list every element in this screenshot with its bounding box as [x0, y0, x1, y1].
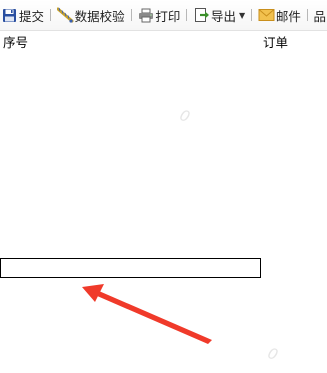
column-header-order: 订单 — [263, 35, 289, 50]
annotation-arrow — [82, 284, 212, 344]
ruler-check-icon — [56, 7, 74, 24]
data-validate-button[interactable]: 数据校验 — [56, 4, 126, 26]
toolbar-separator — [251, 9, 252, 21]
more-label: 品 — [313, 8, 327, 24]
submit-label: 提交 — [19, 8, 45, 24]
submit-button[interactable]: 提交 — [0, 4, 45, 26]
more-button[interactable]: 品 — [313, 4, 327, 26]
toolbar-separator — [186, 9, 188, 21]
data-validate-label: 数据校验 — [74, 8, 125, 24]
print-button[interactable]: 打印 — [136, 4, 181, 26]
toolbar-separator — [130, 9, 132, 21]
mail-icon — [258, 7, 275, 24]
arrow-head — [82, 284, 104, 302]
export-label: 导出 — [211, 8, 237, 24]
chevron-down-icon[interactable]: ▼ — [239, 11, 245, 20]
mail-label: 邮件 — [275, 8, 301, 24]
toolbar-separator — [306, 9, 308, 21]
watermark: 0 — [177, 105, 193, 127]
toolbar-separator — [50, 9, 51, 21]
report-page: 提交 数据校验 打印 导出 ▼ 邮件 品 序号 订单 0 0 — [0, 0, 327, 373]
print-label: 打印 — [155, 8, 181, 24]
watermark: 0 — [265, 343, 281, 365]
printer-icon — [137, 7, 154, 24]
export-icon — [193, 7, 210, 24]
toolbar: 提交 数据校验 打印 导出 ▼ 邮件 品 — [0, 0, 327, 31]
arrow-shaft — [88, 288, 212, 344]
export-button[interactable]: 导出 ▼ — [192, 4, 246, 26]
mail-button[interactable]: 邮件 — [257, 4, 302, 26]
save-icon — [1, 7, 18, 24]
empty-cell-input[interactable] — [0, 258, 261, 278]
column-header-seq: 序号 — [3, 35, 29, 50]
